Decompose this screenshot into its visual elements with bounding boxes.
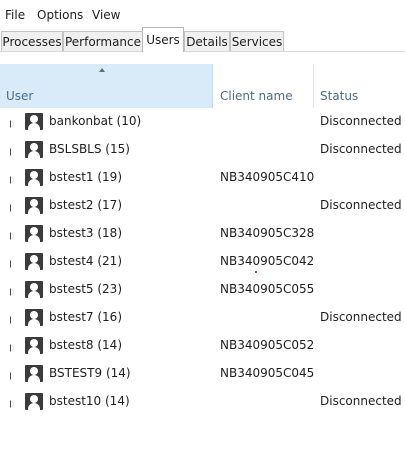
cell-user-name: bankonbat (10) bbox=[49, 114, 142, 128]
cell-user-name: bstest10 (14) bbox=[49, 394, 130, 408]
cell-client-name: NB340905C045 bbox=[220, 366, 315, 380]
table-row[interactable]: BSTEST9 (14) NB340905C045 bbox=[0, 363, 405, 391]
menu-bar: File Options View bbox=[0, 0, 405, 30]
cell-user-name: bstest7 (16) bbox=[49, 310, 122, 324]
expand-icon[interactable] bbox=[10, 316, 14, 324]
tab-performance[interactable]: Performance bbox=[63, 31, 143, 51]
menu-view[interactable]: View bbox=[92, 8, 120, 22]
user-icon bbox=[25, 253, 43, 270]
table-row[interactable]: bstest1 (19) NB340905C410 bbox=[0, 167, 405, 195]
cell-client-name: NB340905C328 bbox=[220, 226, 315, 240]
cell-user-name: bstest1 (19) bbox=[49, 170, 122, 184]
table-row[interactable]: bstest10 (14) Disconnected bbox=[0, 391, 405, 419]
cell-status: Disconnected bbox=[320, 394, 402, 408]
expand-icon[interactable] bbox=[10, 344, 14, 352]
user-icon bbox=[25, 393, 43, 410]
sort-ascending-icon bbox=[99, 68, 105, 72]
cell-status: Disconnected bbox=[320, 310, 402, 324]
tab-details[interactable]: Details bbox=[184, 31, 230, 51]
user-icon bbox=[25, 309, 43, 326]
tab-processes[interactable]: Processes bbox=[1, 31, 63, 51]
cell-user-name: BSTEST9 (14) bbox=[49, 366, 131, 380]
tab-users[interactable]: Users bbox=[142, 27, 184, 52]
cell-user-name: BSLSBLS (15) bbox=[49, 142, 130, 156]
table-row[interactable]: bstest4 (21) NB340905C042 bbox=[0, 251, 405, 279]
cell-user-name: bstest5 (23) bbox=[49, 282, 122, 296]
expand-icon[interactable] bbox=[10, 204, 14, 212]
expand-icon[interactable] bbox=[10, 148, 14, 156]
user-icon bbox=[25, 337, 43, 354]
cell-client-name: NB340905C052 bbox=[220, 338, 315, 352]
column-header-client-name[interactable]: Client name bbox=[220, 89, 293, 103]
table-row[interactable]: bstest7 (16) Disconnected bbox=[0, 307, 405, 335]
cell-status: Disconnected bbox=[320, 198, 402, 212]
cell-status: Disconnected bbox=[320, 142, 402, 156]
table-row[interactable]: bstest8 (14) NB340905C052 bbox=[0, 335, 405, 363]
cell-user-name: bstest8 (14) bbox=[49, 338, 122, 352]
column-header-status[interactable]: Status bbox=[320, 89, 358, 103]
cell-client-name: NB340905C410 bbox=[220, 170, 315, 184]
user-icon bbox=[25, 281, 43, 298]
expand-icon[interactable] bbox=[10, 400, 14, 408]
table-row[interactable]: bstest2 (17) Disconnected bbox=[0, 195, 405, 223]
expand-icon[interactable] bbox=[10, 260, 14, 268]
menu-options[interactable]: Options bbox=[37, 8, 83, 22]
expand-icon[interactable] bbox=[10, 176, 14, 184]
user-icon bbox=[25, 141, 43, 158]
cell-client-name: NB340905C055 bbox=[220, 282, 315, 296]
stray-mark bbox=[255, 271, 257, 273]
menu-file[interactable]: File bbox=[5, 8, 25, 22]
table-row[interactable]: BSLSBLS (15) Disconnected bbox=[0, 139, 405, 167]
cell-user-name: bstest3 (18) bbox=[49, 226, 122, 240]
table-row[interactable]: bankonbat (10) Disconnected bbox=[0, 111, 405, 139]
column-separator[interactable] bbox=[313, 64, 314, 108]
expand-icon[interactable] bbox=[10, 232, 14, 240]
tab-services[interactable]: Services bbox=[230, 31, 284, 51]
cell-user-name: bstest2 (17) bbox=[49, 198, 122, 212]
user-icon bbox=[25, 365, 43, 382]
user-icon bbox=[25, 169, 43, 186]
user-icon bbox=[25, 225, 43, 242]
user-icon bbox=[25, 113, 43, 130]
expand-icon[interactable] bbox=[10, 120, 14, 128]
cell-client-name: NB340905C042 bbox=[220, 254, 315, 268]
user-icon bbox=[25, 197, 43, 214]
table-row[interactable]: bstest5 (23) NB340905C055 bbox=[0, 279, 405, 307]
expand-icon[interactable] bbox=[10, 372, 14, 380]
table-row[interactable]: bstest3 (18) NB340905C328 bbox=[0, 223, 405, 251]
cell-user-name: bstest4 (21) bbox=[49, 254, 122, 268]
cell-status: Disconnected bbox=[320, 114, 402, 128]
column-label-user: User bbox=[6, 89, 34, 103]
expand-icon[interactable] bbox=[10, 288, 14, 296]
